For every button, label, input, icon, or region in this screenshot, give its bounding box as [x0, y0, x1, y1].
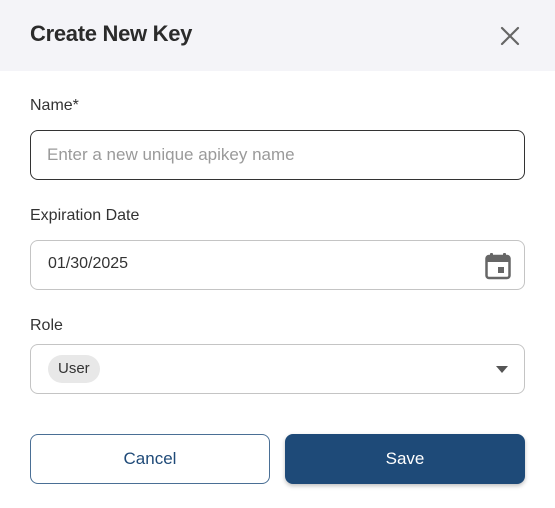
role-label: Role: [30, 317, 63, 334]
expiration-date-field[interactable]: 01/30/2025: [30, 240, 525, 290]
expiration-date-value: 01/30/2025: [48, 255, 129, 272]
role-chip-user[interactable]: User: [48, 355, 100, 383]
dialog-header: Create New Key: [0, 0, 555, 71]
create-key-dialog: Create New Key Name* Expiration Date 01/…: [0, 0, 555, 508]
calendar-icon[interactable]: [485, 252, 511, 280]
expiration-date-label: Expiration Date: [30, 207, 140, 224]
cancel-button[interactable]: Cancel: [30, 434, 270, 484]
role-select[interactable]: User: [30, 344, 525, 394]
chevron-down-icon[interactable]: [495, 365, 509, 374]
close-button[interactable]: [496, 22, 524, 50]
close-icon: [500, 26, 520, 46]
dialog-title: Create New Key: [30, 21, 193, 46]
name-label: Name*: [30, 97, 79, 114]
name-input[interactable]: [47, 131, 507, 179]
name-field-container: [30, 130, 525, 180]
save-button[interactable]: Save: [285, 434, 525, 484]
